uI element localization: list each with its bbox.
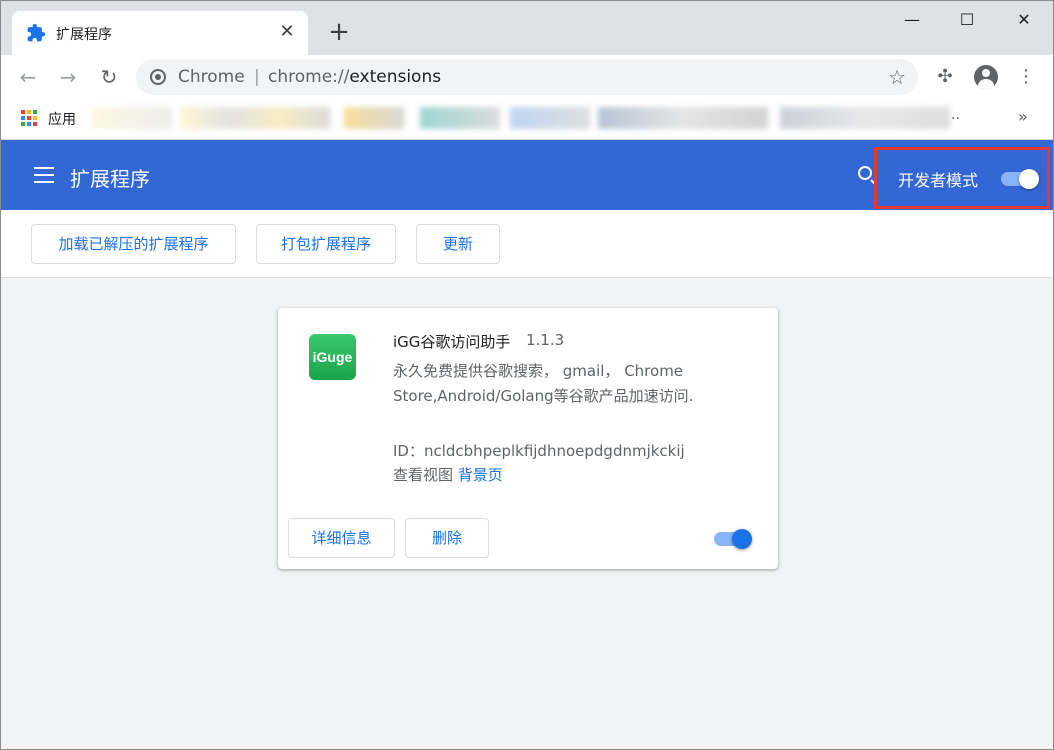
hamburger-menu-icon[interactable] [34,167,54,183]
bookmark-item[interactable] [344,107,404,129]
omnibox-separator: | [254,67,260,87]
developer-mode-highlight: 开发者模式 [874,147,1050,209]
tab-close-icon[interactable]: ✕ [276,21,298,43]
bookmark-item[interactable] [510,107,590,129]
inspect-views-label: 查看视图 [393,466,454,484]
apps-dot [33,122,37,126]
new-tab-button[interactable]: + [326,19,352,46]
minimize-button[interactable]: — [892,6,932,34]
apps-label[interactable]: 应用 [48,109,76,129]
page-title: 扩展程序 [70,167,150,191]
apps-icon[interactable] [21,110,37,126]
remove-button[interactable]: 删除 [405,518,489,558]
apps-dot [21,116,25,120]
puzzle-icon [27,23,46,42]
apps-dot [27,122,31,126]
apps-dot [27,110,31,114]
developer-mode-toggle[interactable] [1001,169,1039,189]
bookmark-overflow-dots: .. [951,107,960,123]
maximize-button[interactable]: ☐ [947,6,987,34]
extensions-icon[interactable]: ✣ [932,64,958,90]
apps-dot [21,122,25,126]
active-tab[interactable]: 扩展程序 ✕ [12,11,308,55]
extension-name: iGG谷歌访问助手 [393,333,511,351]
bookmark-item[interactable] [92,107,172,129]
url-text: chrome://extensions [268,67,441,87]
url-scheme: chrome:// [268,67,350,87]
bookmark-item[interactable] [420,107,500,129]
developer-action-bar: 加载已解压的扩展程序 打包扩展程序 更新 [0,210,1054,278]
apps-dot [33,110,37,114]
address-bar[interactable]: Chrome | chrome://extensions ☆ [136,59,918,95]
extension-version: 1.1.3 [526,331,565,349]
bookmark-item[interactable] [780,107,950,129]
extension-logo: iGuge [309,334,356,380]
reload-button[interactable]: ↻ [95,63,123,91]
pack-extension-button[interactable]: 打包扩展程序 [256,224,396,264]
url-host: extensions [349,67,442,87]
developer-mode-label: 开发者模式 [898,171,979,190]
details-button[interactable]: 详细信息 [288,518,395,558]
chrome-menu-icon[interactable]: ⋮ [1013,64,1039,90]
bookmark-item[interactable] [598,107,768,129]
toggle-knob [1019,169,1039,189]
bookmarks-more-icon[interactable]: » [1018,107,1028,126]
apps-dot [27,116,31,120]
chrome-icon [150,69,166,85]
browser-toolbar: ← → ↻ Chrome | chrome://extensions ☆ ✣ ⋮ [0,55,1054,99]
extensions-header: 扩展程序 开发者模式 [0,140,1054,210]
forward-button[interactable]: → [54,63,82,91]
extension-enable-toggle[interactable] [714,529,752,549]
title-bar: 扩展程序 ✕ + — ☐ ✕ [0,0,1054,55]
bookmark-star-icon[interactable]: ☆ [888,65,906,89]
back-button[interactable]: ← [14,63,42,91]
search-icon[interactable] [858,166,872,180]
bookmarks-bar: 应用 .. » [0,99,1054,140]
tab-title: 扩展程序 [56,27,112,43]
profile-avatar-icon[interactable] [974,65,998,89]
apps-dot [33,116,37,120]
apps-dot [21,110,25,114]
update-button[interactable]: 更新 [416,224,500,264]
toggle-knob [732,529,752,549]
omnibox-prefix: Chrome [178,67,245,87]
extension-id: ID：ncldcbhpeplkfijdhnoepdgdnmjkckij [393,442,685,460]
extension-card: iGuge iGG谷歌访问助手 1.1.3 永久免费提供谷歌搜索， gmail，… [278,308,778,569]
extension-description: 永久免费提供谷歌搜索， gmail， Chrome Store,Android/… [393,362,694,405]
load-unpacked-button[interactable]: 加载已解压的扩展程序 [31,224,236,264]
bookmark-item[interactable] [180,107,330,129]
inspect-views: 查看视图 背景页 [393,464,503,485]
background-page-link[interactable]: 背景页 [458,466,503,484]
close-window-button[interactable]: ✕ [1004,6,1044,34]
